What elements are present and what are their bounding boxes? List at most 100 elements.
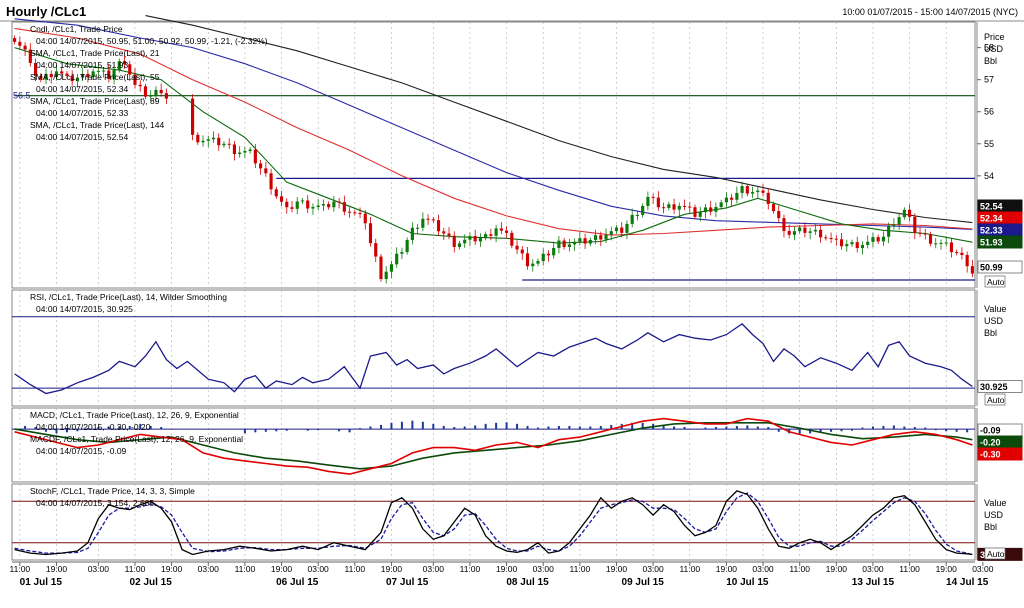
x-time-label: 11:00 bbox=[10, 564, 31, 574]
macd-histogram-bar bbox=[777, 429, 780, 432]
candle-body bbox=[473, 236, 477, 242]
price-axis-title: USD bbox=[984, 44, 1004, 54]
candle-body bbox=[703, 207, 708, 213]
x-time-label: 19:00 bbox=[716, 564, 738, 574]
candle-body bbox=[468, 236, 472, 240]
candle-body bbox=[243, 151, 247, 153]
macd-histogram-bar bbox=[505, 422, 508, 430]
macd-histogram-bar bbox=[421, 421, 424, 430]
candle-body bbox=[227, 143, 231, 145]
candle-body bbox=[395, 253, 399, 265]
candle-body bbox=[274, 189, 278, 197]
candle-body bbox=[803, 227, 807, 233]
x-time-label: 11:00 bbox=[460, 564, 481, 574]
x-time-label: 11:00 bbox=[899, 564, 920, 574]
macd-histogram-bar bbox=[359, 428, 362, 430]
x-time-label: 11:00 bbox=[125, 564, 146, 574]
macd-histogram-bar bbox=[735, 425, 738, 430]
candle-body bbox=[217, 137, 221, 146]
candle-body bbox=[955, 252, 959, 254]
x-date-label: 07 Jul 15 bbox=[386, 577, 429, 588]
candle-body bbox=[23, 45, 27, 50]
candle-body bbox=[389, 264, 394, 272]
candle-body bbox=[447, 233, 451, 236]
x-time-label: 03:00 bbox=[533, 564, 555, 574]
candle-body bbox=[159, 89, 163, 94]
candle-body bbox=[238, 152, 242, 155]
macd-histogram-bar bbox=[861, 427, 864, 430]
candle-body bbox=[259, 163, 263, 169]
x-date-label: 14 Jul 15 bbox=[946, 577, 989, 588]
candle-body bbox=[866, 241, 870, 245]
x-date-label: 06 Jul 15 bbox=[276, 577, 319, 588]
stoch-legend-values: 04:00 14/07/2015, 3.154, 2.685 bbox=[36, 498, 154, 508]
price-legend-values: 04:00 14/07/2015, 52.34 bbox=[36, 84, 128, 94]
macd-histogram-bar bbox=[160, 427, 163, 430]
macd-histogram-bar bbox=[683, 427, 686, 430]
candle-body bbox=[777, 211, 781, 219]
candle-body bbox=[787, 230, 791, 235]
candle-body bbox=[321, 204, 325, 206]
candle-body bbox=[285, 201, 289, 208]
macd-histogram-bar bbox=[924, 427, 927, 430]
candle-body bbox=[819, 229, 823, 238]
macd-histogram-bar bbox=[673, 426, 676, 430]
macd-histogram-bar bbox=[767, 427, 770, 430]
macd-legend-values: 04:00 14/07/2015, -0.30, -0.20 bbox=[36, 422, 151, 432]
candle-body bbox=[620, 227, 624, 233]
chart-date-range: 10:00 01/07/2015 - 15:00 14/07/2015 (NYC… bbox=[842, 7, 1018, 17]
candle-body bbox=[771, 204, 776, 212]
x-date-label: 02 Jul 15 bbox=[130, 577, 173, 588]
candle-body bbox=[813, 229, 817, 232]
macd-value-tag: -0.09 bbox=[980, 426, 1001, 436]
candle-body bbox=[368, 223, 373, 244]
candle-body bbox=[850, 242, 854, 245]
macd-legend-values: 04:00 14/07/2015, -0.09 bbox=[36, 446, 127, 456]
candle-body bbox=[923, 233, 927, 235]
rsi-axis-title: Value bbox=[984, 304, 1006, 314]
candle-body bbox=[546, 253, 551, 256]
candle-body bbox=[531, 263, 535, 267]
candle-body bbox=[928, 234, 933, 244]
candle-body bbox=[557, 240, 561, 248]
macd-histogram-bar bbox=[453, 427, 456, 430]
x-date-label: 01 Jul 15 bbox=[20, 577, 63, 588]
price-ytick-label: 57 bbox=[984, 75, 994, 85]
chart-root: Hourly /CLc1 10:00 01/07/2015 - 15:00 14… bbox=[0, 0, 1024, 603]
macd-histogram-bar bbox=[851, 429, 854, 431]
candle-body bbox=[353, 212, 357, 214]
candle-body bbox=[881, 236, 885, 242]
candle-body bbox=[808, 231, 812, 233]
macd-histogram-bar bbox=[714, 427, 717, 430]
candle-body bbox=[505, 230, 509, 233]
macd-histogram-bar bbox=[442, 425, 445, 430]
x-time-label: 03:00 bbox=[308, 564, 330, 574]
candle-body bbox=[201, 140, 205, 143]
candle-body bbox=[457, 243, 462, 247]
candle-body bbox=[499, 228, 503, 231]
x-time-label: 19:00 bbox=[936, 564, 958, 574]
candle-body bbox=[337, 201, 341, 203]
macd-histogram-bar bbox=[903, 426, 906, 430]
macd-histogram-bar bbox=[495, 422, 498, 430]
candle-body bbox=[625, 223, 629, 233]
macd-histogram-bar bbox=[725, 426, 728, 430]
candle-body bbox=[264, 168, 268, 174]
candle-body bbox=[311, 207, 315, 209]
candle-body bbox=[902, 209, 906, 218]
macd-legend-label: MACDF, /CLc1, Trade Price(Last), 12, 26,… bbox=[30, 434, 243, 444]
stoch-auto-label: Auto bbox=[987, 549, 1005, 559]
candle-body bbox=[887, 226, 891, 237]
price-legend-values: 04:00 14/07/2015, 51.93 bbox=[36, 60, 128, 70]
candle-body bbox=[567, 244, 571, 247]
candle-body bbox=[599, 235, 603, 240]
x-time-label: 11:00 bbox=[679, 564, 700, 574]
stoch-axis-title: Bbl bbox=[984, 522, 997, 532]
candle-body bbox=[410, 227, 414, 240]
price-ytick-label: 55 bbox=[984, 139, 994, 149]
candle-body bbox=[494, 228, 498, 236]
candle-body bbox=[698, 212, 702, 217]
x-time-label: 11:00 bbox=[570, 564, 591, 574]
macd-histogram-bar bbox=[589, 426, 592, 430]
macd-histogram-bar bbox=[243, 429, 246, 434]
